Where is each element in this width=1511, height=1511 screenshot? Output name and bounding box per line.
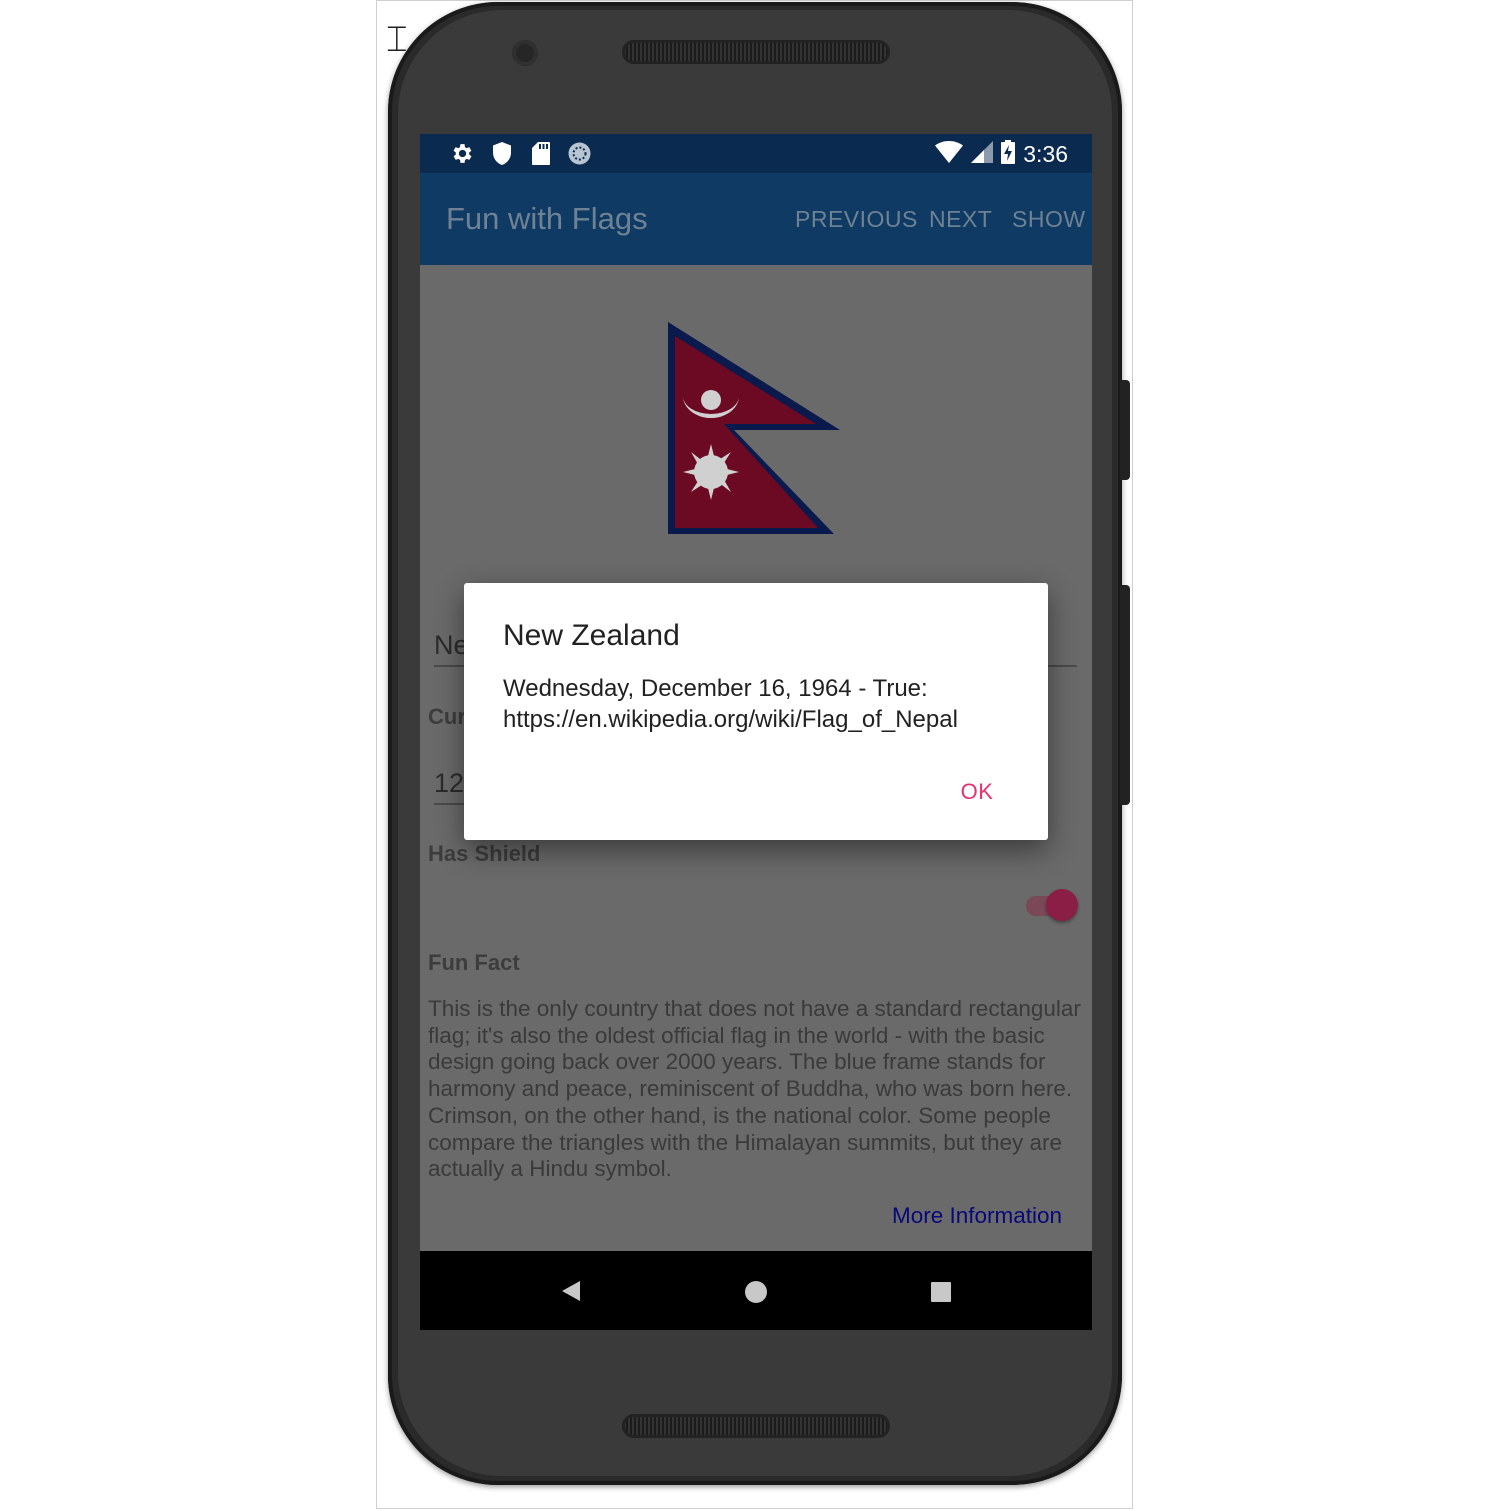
wifi-icon: [935, 141, 964, 168]
recents-icon[interactable]: [930, 1281, 952, 1303]
ok-button[interactable]: OK: [946, 779, 1008, 811]
dialog-title: New Zealand: [503, 619, 680, 652]
app-title: Fun with Flags: [446, 201, 648, 236]
more-information-link[interactable]: More Information: [892, 1203, 1062, 1229]
battery-charging-icon: [1001, 140, 1016, 169]
fun-fact-text: This is the only country that does not h…: [428, 996, 1081, 1182]
app-bar: Fun with Flags PREVIOUS NEXT SHOW: [420, 173, 1092, 265]
has-shield-switch-thumb[interactable]: [1046, 889, 1078, 921]
shield-icon: [489, 141, 514, 166]
currency-label: Cur: [428, 704, 466, 729]
home-icon[interactable]: [744, 1280, 768, 1304]
sd-card-icon: [528, 141, 553, 166]
alert-dialog: New Zealand Wednesday, December 16, 1964…: [464, 583, 1048, 840]
navigation-bar: [420, 1251, 1092, 1330]
settings-icon: [450, 141, 475, 166]
dialog-message-line-1: Wednesday, December 16, 1964 - True:: [503, 675, 928, 702]
bottom-speaker: [622, 1414, 890, 1438]
fun-fact-label: Fun Fact: [428, 950, 520, 975]
sync-icon: [567, 141, 592, 166]
signal-icon: [971, 141, 994, 168]
dialog-message: Wednesday, December 16, 1964 - True: htt…: [503, 673, 1023, 735]
status-time: 3:36: [1023, 141, 1068, 167]
show-button[interactable]: SHOW: [1012, 206, 1086, 233]
power-button[interactable]: [1120, 380, 1130, 480]
dialog-message-line-2: https://en.wikipedia.org/wiki/Flag_of_Ne…: [503, 706, 958, 733]
has-shield-label: Has Shield: [428, 841, 541, 866]
back-icon[interactable]: [560, 1279, 582, 1303]
top-speaker: [622, 40, 890, 64]
volume-button[interactable]: [1120, 585, 1130, 805]
number-field-value[interactable]: 12: [434, 768, 464, 799]
status-bar: 3:36: [420, 134, 1092, 173]
front-camera-icon: [512, 40, 538, 66]
nepal-flag-image: [668, 322, 840, 534]
previous-button[interactable]: PREVIOUS: [795, 206, 918, 233]
next-button[interactable]: NEXT: [929, 206, 992, 233]
